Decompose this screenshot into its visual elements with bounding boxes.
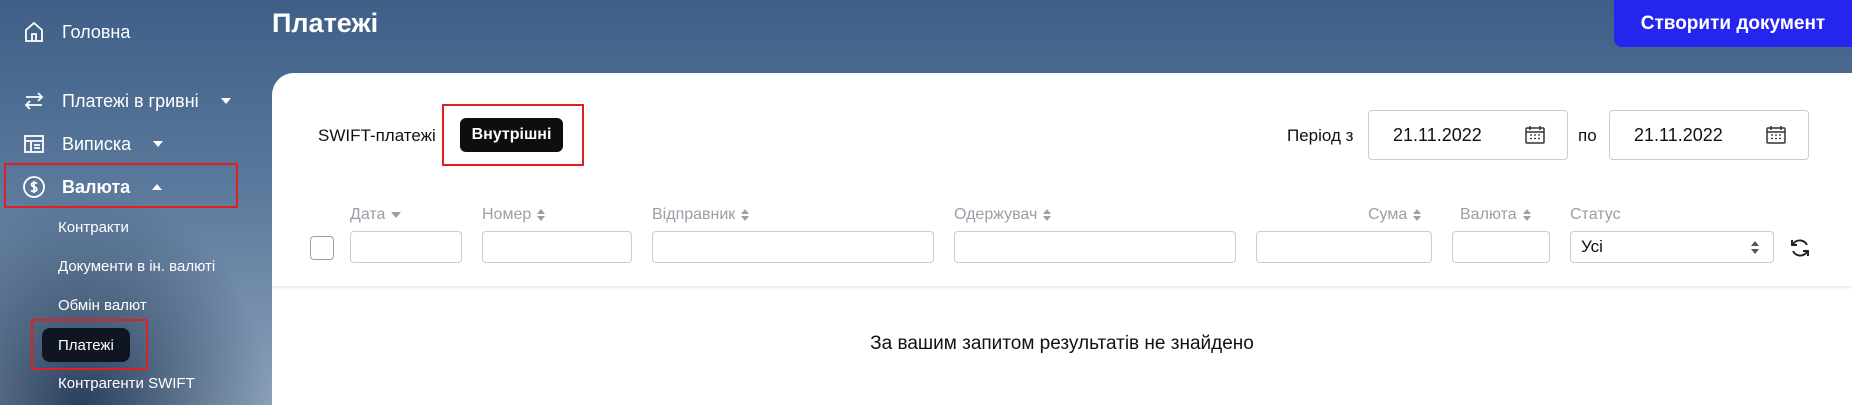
- refresh-icon[interactable]: [1788, 236, 1812, 260]
- divider: [272, 286, 1852, 290]
- date-from-value: 21.11.2022: [1393, 124, 1482, 145]
- home-icon: [20, 18, 48, 46]
- sort-desc-icon: [391, 212, 402, 218]
- sidebar-item-label: Платежі в гривні: [62, 90, 199, 111]
- date-to-field[interactable]: 21.11.2022: [1609, 110, 1809, 160]
- column-header-label: Валюта: [1460, 206, 1517, 223]
- sidebar-item-label: Виписка: [62, 133, 132, 154]
- column-header-label: Дата: [350, 206, 386, 223]
- sidebar-item-home[interactable]: Головна: [20, 18, 130, 46]
- sender-filter-input[interactable]: [652, 231, 934, 263]
- statement-icon: [20, 130, 48, 158]
- column-header-label: Сума: [1368, 206, 1408, 223]
- column-header-recipient[interactable]: Одержувач: [954, 206, 1052, 224]
- sidebar-item-payments-uah[interactable]: Платежі в гривні: [20, 87, 231, 115]
- sort-icon: [1043, 209, 1052, 221]
- column-header-number[interactable]: Номер: [482, 206, 546, 224]
- tab-internal[interactable]: Внутрішні: [460, 118, 563, 152]
- sidebar-subitem-swift-contractors[interactable]: Контрагенти SWIFT: [58, 375, 195, 392]
- period-to-label: по: [1578, 126, 1597, 145]
- column-header-label: Номер: [482, 206, 532, 223]
- column-header-label: Статус: [1570, 206, 1621, 223]
- date-filter-input[interactable]: [350, 231, 462, 263]
- select-all-checkbox[interactable]: [310, 236, 334, 260]
- sidebar-subitem-payments[interactable]: Платежі: [42, 328, 130, 362]
- date-to-value: 21.11.2022: [1634, 124, 1723, 145]
- column-header-label: Одержувач: [954, 206, 1038, 223]
- page-title: Платежі: [272, 8, 379, 38]
- transfer-arrows-icon: [20, 87, 48, 115]
- sidebar-item-currency[interactable]: Валюта: [20, 173, 163, 201]
- chevron-down-icon: [220, 98, 231, 104]
- create-document-button[interactable]: Створити документ: [1614, 0, 1852, 47]
- sidebar: Головна Платежі в гривні Виписка Валюта …: [0, 0, 272, 405]
- date-from-field[interactable]: 21.11.2022: [1368, 110, 1568, 160]
- sidebar-subitem-fx-documents[interactable]: Документи в ін. валюті: [58, 258, 215, 275]
- recipient-filter-input[interactable]: [954, 231, 1236, 263]
- empty-results-message: За вашим запитом результатів не знайдено: [870, 333, 1254, 354]
- chevron-down-icon: [153, 141, 164, 147]
- sidebar-item-statement[interactable]: Виписка: [20, 130, 164, 158]
- chevron-up-icon: [152, 184, 163, 190]
- sidebar-item-label: Головна: [62, 21, 131, 42]
- sort-icon: [1413, 209, 1422, 221]
- sort-icon: [1522, 209, 1531, 221]
- column-header-label: Відправник: [652, 206, 736, 223]
- status-select[interactable]: Усі: [1570, 231, 1774, 263]
- column-header-status: Статус: [1570, 206, 1621, 224]
- select-arrows-icon: [1751, 241, 1759, 254]
- sort-icon: [537, 209, 546, 221]
- sort-icon: [741, 209, 750, 221]
- sidebar-item-label: Валюта: [62, 176, 131, 197]
- number-filter-input[interactable]: [482, 231, 632, 263]
- column-header-sender[interactable]: Відправник: [652, 206, 750, 224]
- currency-filter-input[interactable]: [1452, 231, 1550, 263]
- tab-swift-payments[interactable]: SWIFT-платежі: [318, 126, 436, 146]
- column-header-currency[interactable]: Валюта: [1460, 206, 1531, 224]
- sidebar-subitem-contracts[interactable]: Контракти: [58, 219, 129, 236]
- sidebar-subitem-exchange[interactable]: Обмін валют: [58, 297, 147, 314]
- amount-filter-input[interactable]: [1256, 231, 1432, 263]
- dollar-circle-icon: [20, 173, 48, 201]
- column-header-amount[interactable]: Сума: [1368, 206, 1422, 224]
- calendar-icon[interactable]: [1766, 126, 1786, 144]
- calendar-icon[interactable]: [1525, 126, 1545, 144]
- period-from-label: Період з: [1287, 126, 1354, 145]
- status-select-value: Усі: [1581, 237, 1603, 256]
- column-header-date[interactable]: Дата: [350, 206, 402, 224]
